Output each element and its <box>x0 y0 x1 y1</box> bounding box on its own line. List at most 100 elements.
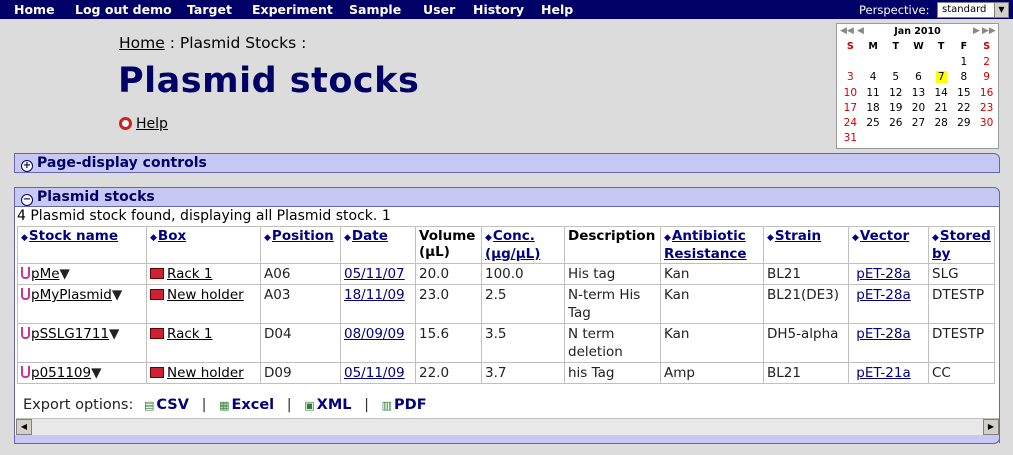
export-xml-link[interactable]: XML <box>317 397 352 413</box>
sort-strain-link[interactable]: Strain <box>775 228 821 244</box>
calendar-day[interactable]: 2 <box>975 54 998 69</box>
date-link[interactable]: 05/11/07 <box>344 266 405 282</box>
calendar-day[interactable]: 13 <box>907 85 930 100</box>
date-link[interactable]: 18/11/09 <box>344 287 405 303</box>
sort-date-link[interactable]: Date <box>352 228 388 244</box>
help-link[interactable]: Help <box>136 116 168 132</box>
col-header-conc[interactable]: ◆Conc. (µg/µL) <box>481 226 565 264</box>
row-menu-icon[interactable]: ▼ <box>109 326 119 342</box>
stock-link[interactable]: pMyPlasmid <box>31 287 112 303</box>
stock-link[interactable]: pMe <box>31 266 60 282</box>
sort-position-link[interactable]: Position <box>272 228 334 244</box>
calendar-day[interactable]: 18 <box>862 100 885 115</box>
calendar-day[interactable]: 23 <box>975 100 998 115</box>
vector-link[interactable]: pET-28a <box>856 326 910 342</box>
export-csv-link[interactable]: CSV <box>156 397 189 413</box>
date-link[interactable]: 08/09/09 <box>344 326 405 342</box>
calendar-day[interactable]: 1 <box>953 54 976 69</box>
scroll-right-icon[interactable]: ▶ <box>983 419 999 435</box>
col-header-vector[interactable]: ◆Vector <box>848 226 929 264</box>
scroll-left-icon[interactable]: ◀ <box>16 419 32 435</box>
date-link[interactable]: 05/11/09 <box>344 365 405 381</box>
export-pdf-link[interactable]: PDF <box>394 397 427 413</box>
calendar-day[interactable]: 9 <box>975 70 998 85</box>
next-year-icon[interactable]: ▶▶ <box>982 26 996 36</box>
col-header-stock-name[interactable]: ◆Stock name <box>17 226 147 264</box>
calendar-day[interactable]: 10 <box>839 85 862 100</box>
calendar-day[interactable]: 16 <box>975 85 998 100</box>
nav-sample[interactable]: Sample <box>349 2 401 17</box>
nav-history[interactable]: History <box>473 2 524 17</box>
stock-link[interactable]: p051109 <box>31 365 91 381</box>
plasmid-stocks-panel-bar[interactable]: − Plasmid stocks <box>14 187 1000 207</box>
next-month-icon[interactable]: ▶ <box>973 26 980 36</box>
calendar-day[interactable]: 24 <box>839 115 862 130</box>
nav-experiment[interactable]: Experiment <box>252 2 333 17</box>
nav-help[interactable]: Help <box>541 2 573 17</box>
sort-box-link[interactable]: Box <box>158 228 186 244</box>
sort-conc-link-line1[interactable]: Conc. <box>493 228 535 244</box>
expand-icon[interactable]: + <box>21 160 33 172</box>
calendar-day[interactable] <box>907 54 930 69</box>
calendar-day[interactable]: 29 <box>953 115 976 130</box>
calendar-day[interactable]: 22 <box>953 100 976 115</box>
calendar-day[interactable] <box>930 54 953 69</box>
box-link[interactable]: Rack 1 <box>167 266 212 282</box>
sort-stored-link-line1[interactable]: Stored <box>940 228 991 244</box>
calendar-day[interactable]: 21 <box>930 100 953 115</box>
col-header-stored-by[interactable]: ◆Stored by <box>928 226 995 264</box>
col-header-strain[interactable]: ◆Strain <box>763 226 849 264</box>
vector-link[interactable]: pET-28a <box>856 287 910 303</box>
calendar-day[interactable]: 6 <box>907 70 930 85</box>
vector-link[interactable]: pET-28a <box>856 266 910 282</box>
calendar-day[interactable]: 15 <box>953 85 976 100</box>
box-link[interactable]: Rack 1 <box>167 326 212 342</box>
col-header-position[interactable]: ◆Position <box>260 226 341 264</box>
row-menu-icon[interactable]: ▼ <box>112 287 122 303</box>
sort-stored-link-line2[interactable]: by <box>932 246 950 262</box>
calendar-day[interactable]: 4 <box>862 70 885 85</box>
export-excel-link[interactable]: Excel <box>231 397 274 413</box>
chevron-down-icon[interactable]: ▼ <box>994 3 1008 17</box>
calendar-day[interactable]: 26 <box>884 115 907 130</box>
col-header-box[interactable]: ◆Box <box>146 226 261 264</box>
col-header-date[interactable]: ◆Date <box>340 226 416 264</box>
vector-link[interactable]: pET-21a <box>856 365 910 381</box>
calendar-day[interactable]: 20 <box>907 100 930 115</box>
calendar-day[interactable]: 19 <box>884 100 907 115</box>
nav-log-out[interactable]: Log out demo <box>75 2 172 17</box>
calendar-day[interactable]: 17 <box>839 100 862 115</box>
calendar-day[interactable]: 27 <box>907 115 930 130</box>
calendar-day[interactable] <box>884 54 907 69</box>
sort-conc-link-line2[interactable]: (µg/µL) <box>485 246 540 262</box>
calendar-day[interactable]: 28 <box>930 115 953 130</box>
nav-home[interactable]: Home <box>14 2 55 17</box>
calendar-day[interactable]: 25 <box>862 115 885 130</box>
perspective-select[interactable]: standard ▼ <box>937 2 1009 18</box>
nav-target[interactable]: Target <box>187 2 232 17</box>
page-number-link[interactable]: 1 <box>382 208 391 224</box>
sort-vector-link[interactable]: Vector <box>860 228 909 244</box>
calendar-day[interactable]: 8 <box>953 70 976 85</box>
sort-stock-name-link[interactable]: Stock name <box>29 228 118 244</box>
calendar-day[interactable]: 14 <box>930 85 953 100</box>
box-link[interactable]: New holder <box>167 365 244 381</box>
calendar-day[interactable] <box>839 54 862 69</box>
calendar-day[interactable]: 3 <box>839 70 862 85</box>
calendar-day[interactable]: 12 <box>884 85 907 100</box>
calendar-day-today[interactable]: 7 <box>930 70 953 85</box>
calendar-day[interactable]: 31 <box>839 131 862 146</box>
horizontal-scrollbar[interactable]: ◀ ▶ <box>16 418 999 435</box>
stock-link[interactable]: pSSLG1711 <box>31 326 109 342</box>
page-display-controls-bar[interactable]: + Page-display controls <box>14 153 1000 173</box>
sort-antibiotic-link-line1[interactable]: Antibiotic <box>672 228 746 244</box>
calendar-day[interactable]: 30 <box>975 115 998 130</box>
col-header-antibiotic[interactable]: ◆Antibiotic Resistance <box>660 226 764 264</box>
calendar-day[interactable]: 5 <box>884 70 907 85</box>
sort-antibiotic-link-line2[interactable]: Resistance <box>664 246 747 262</box>
collapse-icon[interactable]: − <box>21 194 33 206</box>
breadcrumb-home-link[interactable]: Home <box>119 34 165 52</box>
calendar-day[interactable] <box>862 54 885 69</box>
row-menu-icon[interactable]: ▼ <box>60 266 70 282</box>
box-link[interactable]: New holder <box>167 287 244 303</box>
